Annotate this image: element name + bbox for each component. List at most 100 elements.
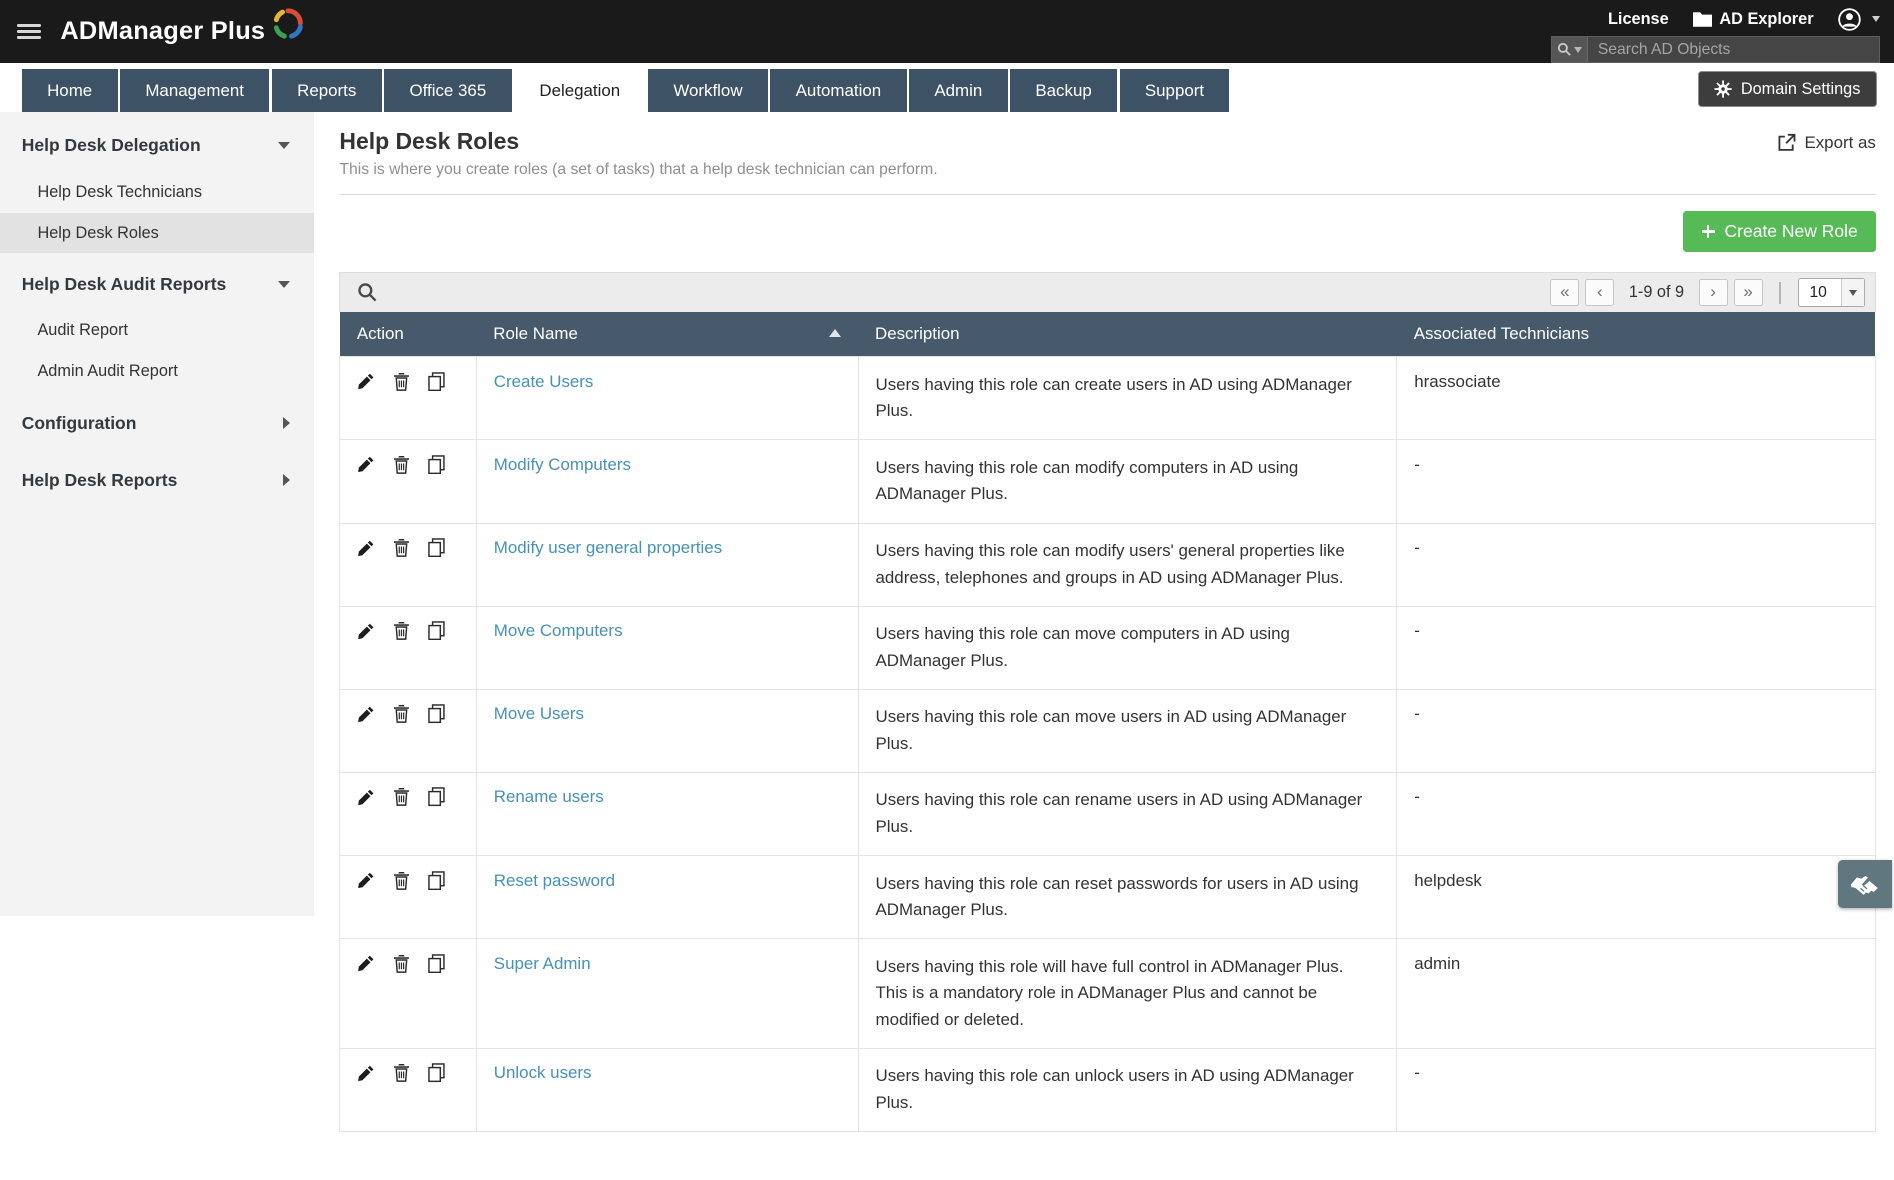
column-header-role-name[interactable]: Role Name: [476, 312, 859, 357]
role-name-link[interactable]: Modify user general properties: [494, 538, 722, 557]
copy-role-icon[interactable]: [428, 1063, 445, 1087]
edit-role-icon[interactable]: [357, 539, 375, 562]
tab-admin[interactable]: Admin: [908, 68, 1008, 113]
sidebar-section-help-desk-audit-reports[interactable]: Help Desk Audit Reports: [0, 258, 314, 310]
associated-technicians: -: [1396, 439, 1876, 524]
delete-role-icon[interactable]: [393, 787, 410, 811]
role-name-link[interactable]: Create Users: [494, 372, 594, 391]
sidebar-item-admin-audit-report[interactable]: Admin Audit Report: [0, 351, 314, 392]
app-logo-text: ADManager Plus: [60, 16, 266, 45]
export-as-label: Export as: [1804, 132, 1876, 152]
role-name-link[interactable]: Reset password: [494, 871, 615, 890]
support-chat-button[interactable]: [1838, 860, 1892, 909]
copy-role-icon[interactable]: [428, 455, 445, 479]
sidebar-item-audit-report[interactable]: Audit Report: [0, 311, 314, 352]
delete-role-icon[interactable]: [393, 538, 410, 562]
role-name-link[interactable]: Super Admin: [494, 954, 591, 973]
role-name-link[interactable]: Rename users: [494, 787, 604, 806]
sort-ascending-icon: [829, 329, 842, 338]
role-description: Users having this role will have full co…: [857, 938, 1398, 1049]
previous-page-button[interactable]: ‹: [1585, 279, 1615, 306]
delete-role-icon[interactable]: [393, 372, 410, 396]
ad-explorer-link[interactable]: AD Explorer: [1692, 9, 1814, 29]
tab-home[interactable]: Home: [21, 68, 118, 113]
delete-role-icon[interactable]: [393, 871, 410, 895]
role-name-link[interactable]: Unlock users: [494, 1063, 592, 1082]
gear-icon: [1714, 80, 1732, 98]
tab-management[interactable]: Management: [119, 68, 270, 113]
role-name-link[interactable]: Move Users: [494, 704, 584, 723]
account-menu[interactable]: [1837, 8, 1880, 31]
chevron-down-icon: [1574, 46, 1583, 53]
role-name-link[interactable]: Move Computers: [494, 621, 623, 640]
page-size-value: 10: [1809, 283, 1827, 301]
domain-settings-label: Domain Settings: [1740, 79, 1861, 98]
delete-role-icon[interactable]: [393, 621, 410, 645]
associated-technicians: hrassociate: [1396, 356, 1876, 441]
edit-role-icon[interactable]: [357, 1064, 375, 1087]
table-row: Rename users Users having this role can …: [339, 771, 1876, 857]
tab-automation[interactable]: Automation: [770, 68, 907, 113]
copy-role-icon[interactable]: [428, 787, 445, 811]
last-page-button[interactable]: »: [1733, 279, 1763, 306]
help-desk-roles-table: Action Role Name Description Associated …: [339, 312, 1876, 1132]
sidebar-item-help-desk-technicians[interactable]: Help Desk Technicians: [0, 172, 314, 213]
copy-role-icon[interactable]: [428, 953, 445, 978]
tab-reports[interactable]: Reports: [271, 68, 382, 113]
chevron-down-icon: [1871, 16, 1880, 23]
table-search-button[interactable]: [350, 282, 385, 303]
page-title: Help Desk Roles: [339, 128, 520, 154]
search-scope-button[interactable]: [1551, 37, 1589, 62]
role-name-link[interactable]: Modify Computers: [494, 455, 631, 474]
edit-role-icon[interactable]: [357, 705, 375, 728]
license-link[interactable]: License: [1608, 10, 1669, 29]
sidebar: Help Desk Delegation Help Desk Technicia…: [0, 112, 315, 916]
export-as-button[interactable]: Export as: [1777, 133, 1876, 153]
sidebar-section-label: Help Desk Reports: [21, 469, 178, 490]
copy-role-icon[interactable]: [428, 372, 445, 396]
copy-role-icon[interactable]: [428, 538, 445, 562]
page-size-select[interactable]: 10: [1797, 278, 1866, 308]
tab-office-365[interactable]: Office 365: [384, 68, 512, 113]
sidebar-section-configuration[interactable]: Configuration: [0, 397, 314, 449]
delete-role-icon[interactable]: [393, 1063, 410, 1087]
tab-backup[interactable]: Backup: [1010, 68, 1118, 113]
first-page-button[interactable]: «: [1550, 279, 1580, 306]
pagination: « ‹ 1-9 of 9 › » 10: [1550, 278, 1866, 308]
copy-role-icon[interactable]: [428, 870, 445, 895]
create-new-role-button[interactable]: Create New Role: [1683, 211, 1876, 252]
sidebar-section-help-desk-reports[interactable]: Help Desk Reports: [0, 454, 314, 506]
edit-role-icon[interactable]: [357, 622, 375, 645]
tab-delegation[interactable]: Delegation: [514, 68, 646, 113]
chevron-down-icon: [1841, 279, 1865, 307]
chevron-right-icon: [282, 474, 290, 487]
delete-role-icon[interactable]: [393, 455, 410, 479]
edit-role-icon[interactable]: [357, 954, 375, 977]
sidebar-section-label: Help Desk Audit Reports: [21, 273, 227, 294]
logo-swoosh-icon: [274, 8, 304, 39]
role-description: Users having this role can create users …: [857, 356, 1398, 441]
export-icon: [1778, 134, 1796, 151]
copy-role-icon[interactable]: [428, 621, 445, 645]
associated-technicians: -: [1396, 605, 1876, 690]
tab-support[interactable]: Support: [1119, 68, 1230, 113]
main-content: Help Desk Roles This is where you create…: [314, 112, 1894, 1180]
sidebar-section-label: Configuration: [21, 412, 137, 433]
edit-role-icon[interactable]: [357, 788, 375, 811]
ad-explorer-label: AD Explorer: [1719, 9, 1814, 28]
sidebar-section-help-desk-delegation[interactable]: Help Desk Delegation: [0, 120, 314, 172]
edit-role-icon[interactable]: [357, 455, 375, 478]
edit-role-icon[interactable]: [357, 372, 375, 395]
edit-role-icon[interactable]: [357, 871, 375, 894]
table-toolbar: « ‹ 1-9 of 9 › » 10: [339, 272, 1876, 313]
domain-settings-button[interactable]: Domain Settings: [1697, 71, 1878, 108]
copy-role-icon[interactable]: [428, 704, 445, 728]
delete-role-icon[interactable]: [393, 704, 410, 728]
menu-icon[interactable]: [16, 24, 42, 39]
search-input[interactable]: [1588, 37, 1879, 62]
delete-role-icon[interactable]: [393, 954, 410, 978]
next-page-button[interactable]: ›: [1698, 279, 1728, 306]
sidebar-item-help-desk-roles[interactable]: Help Desk Roles: [0, 212, 315, 254]
tab-workflow[interactable]: Workflow: [647, 68, 768, 113]
main-nav: Home Management Reports Office 365 Deleg…: [0, 62, 1894, 113]
